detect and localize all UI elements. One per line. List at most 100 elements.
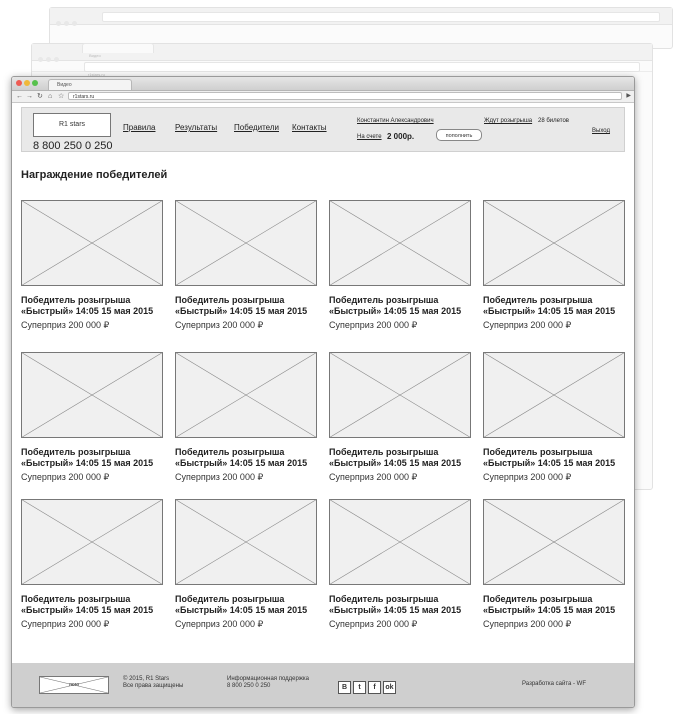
winner-card-prize: Суперприз 200 000 ₽ [21,472,110,482]
winner-card-title-line1: Победитель розыгрыша [329,594,439,604]
facebook-icon[interactable]: f [368,681,381,694]
winner-card[interactable]: Победитель розыгрыша «Быстрый» 14:05 15 м… [329,499,473,630]
image-placeholder-icon [175,499,317,585]
winner-card-prize: Суперприз 200 000 ₽ [175,619,264,629]
nav-link-winners[interactable]: Победители [234,123,279,132]
winner-card-prize: Суперприз 200 000 ₽ [175,472,264,482]
winner-card-title-line2: «Быстрый» 14:05 15 мая 2015 [329,306,462,316]
social-links: Bt f ok [338,676,398,694]
footer-logo-text: лого [68,682,80,688]
winner-card-prize: Суперприз 200 000 ₽ [21,320,110,330]
image-placeholder-icon [483,499,625,585]
tickets-count: 28 билетов [538,118,569,124]
pending-draw-link[interactable]: Ждут розыгрыша [484,118,532,124]
user-name-link[interactable]: Константин Александрович [357,118,434,124]
winner-card-title-line2: «Быстрый» 14:05 15 мая 2015 [483,605,616,615]
winner-card-title-line1: Победитель розыгрыша [21,447,131,457]
site-header: R1 stars 8 800 250 0 250 Правила Результ… [21,107,625,152]
winner-card-title: Победитель розыгрыша «Быстрый» 14:05 15 м… [175,594,319,616]
winner-card-prize: Суперприз 200 000 ₽ [329,472,418,482]
winner-card[interactable]: Победитель розыгрыша «Быстрый» 14:05 15 м… [329,352,473,483]
site-logo[interactable]: R1 stars [33,113,111,137]
winner-card-title: Победитель розыгрыша «Быстрый» 14:05 15 м… [21,447,165,469]
winner-card-title-line2: «Быстрый» 14:05 15 мая 2015 [483,306,616,316]
browser-window: Видео ← → ↻ ⌂ ☆ r1stars.ru ▶ R1 stars 8 … [11,76,635,708]
image-placeholder-icon [21,499,163,585]
winner-card-title: Победитель розыгрыша «Быстрый» 14:05 15 м… [483,295,627,317]
winner-card-title: Победитель розыгрыша «Быстрый» 14:05 15 м… [329,295,473,317]
back-arrow-icon[interactable]: ← [16,92,23,101]
winner-card-title-line1: Победитель розыгрыша [175,447,285,457]
odnoklassniki-icon[interactable]: ok [383,681,396,694]
winner-card-title-line1: Победитель розыгрыша [21,295,131,305]
minimize-window-icon[interactable] [24,80,30,86]
image-placeholder-icon [483,352,625,438]
footer-developer[interactable]: Разработка сайта - WF [522,681,586,688]
winner-card-title: Победитель розыгрыша «Быстрый» 14:05 15 м… [21,295,165,317]
footer-copyright-line1: © 2015, R1 Stars [123,676,170,682]
winner-card-title-line2: «Быстрый» 14:05 15 мая 2015 [21,458,154,468]
nav-link-rules[interactable]: Правила [123,123,155,132]
winner-card-title-line1: Победитель розыгрыша [21,594,131,604]
winner-card-title-line2: «Быстрый» 14:05 15 мая 2015 [21,605,154,615]
winner-card-prize: Суперприз 200 000 ₽ [329,320,418,330]
maximize-window-icon[interactable] [32,80,38,86]
topup-button[interactable]: пополнить [436,129,482,141]
winner-card-prize: Суперприз 200 000 ₽ [21,619,110,629]
address-bar[interactable]: r1stars.ru [68,92,622,100]
nav-link-results[interactable]: Результаты [175,123,217,132]
winner-card-title-line2: «Быстрый» 14:05 15 мая 2015 [329,458,462,468]
winner-card-title-line1: Победитель розыгрыша [483,295,593,305]
image-placeholder-icon [329,352,471,438]
home-icon[interactable]: ⌂ [48,92,52,101]
winner-card-title-line2: «Быстрый» 14:05 15 мая 2015 [483,458,616,468]
image-placeholder-icon [21,352,163,438]
winner-card-title: Победитель розыгрыша «Быстрый» 14:05 15 м… [483,447,627,469]
browser-tab[interactable]: Видео [48,79,132,90]
winner-card-prize: Суперприз 200 000 ₽ [483,320,572,330]
star-icon[interactable]: ☆ [58,92,64,101]
winner-card-prize: Суперприз 200 000 ₽ [175,320,264,330]
ghost-tab-title: Видео [89,53,101,58]
page-content: R1 stars 8 800 250 0 250 Правила Результ… [12,103,634,707]
winner-card-title-line1: Победитель розыгрыша [329,295,439,305]
image-placeholder-icon [175,352,317,438]
winner-card[interactable]: Победитель розыгрыша «Быстрый» 14:05 15 м… [21,352,165,483]
image-placeholder-icon [329,200,471,286]
footer-copyright: © 2015, R1 Stars Все права защищены [123,676,183,690]
close-window-icon[interactable] [16,80,22,86]
winner-card-title-line2: «Быстрый» 14:05 15 мая 2015 [175,458,308,468]
winner-card-title: Победитель розыгрыша «Быстрый» 14:05 15 м… [175,447,319,469]
window-titlebar: Видео [12,77,634,91]
winner-card[interactable]: Победитель розыгрыша «Быстрый» 14:05 15 м… [483,352,627,483]
winner-card[interactable]: Победитель розыгрыша «Быстрый» 14:05 15 м… [175,352,319,483]
image-placeholder-icon [175,200,317,286]
reload-icon[interactable]: ↻ [37,92,43,101]
site-footer: лого © 2015, R1 Stars Все права защищены… [12,663,634,707]
image-placeholder-icon [329,499,471,585]
winner-card-title: Победитель розыгрыша «Быстрый» 14:05 15 м… [483,594,627,616]
winner-card-prize: Суперприз 200 000 ₽ [483,472,572,482]
footer-logo[interactable]: лого [39,676,109,694]
image-placeholder-icon [483,200,625,286]
winner-card[interactable]: Победитель розыгрыша «Быстрый» 14:05 15 м… [329,200,473,331]
winner-card[interactable]: Победитель розыгрыша «Быстрый» 14:05 15 м… [175,200,319,331]
header-phone: 8 800 250 0 250 [33,140,113,152]
balance-label-link[interactable]: На счете [357,134,382,140]
winner-card[interactable]: Победитель розыгрыша «Быстрый» 14:05 15 м… [483,499,627,630]
forward-arrow-icon[interactable]: → [26,92,33,101]
winner-card[interactable]: Победитель розыгрыша «Быстрый» 14:05 15 м… [175,499,319,630]
logout-link[interactable]: Выход [592,128,610,134]
footer-support-phone: 8 800 250 0 250 [227,683,271,689]
nav-link-contacts[interactable]: Контакты [292,123,327,132]
footer-support: Информационная поддержка 8 800 250 0 250 [227,676,309,690]
winner-card[interactable]: Победитель розыгрыша «Быстрый» 14:05 15 м… [21,499,165,630]
address-bar-url: r1stars.ru [73,94,95,100]
winner-card[interactable]: Победитель розыгрыша «Быстрый» 14:05 15 м… [483,200,627,331]
vk-icon[interactable]: B [338,681,351,694]
menu-arrow-icon[interactable]: ▶ [626,92,631,99]
twitter-icon[interactable]: t [353,681,366,694]
winner-card-title-line1: Победитель розыгрыша [483,447,593,457]
winner-card[interactable]: Победитель розыгрыша «Быстрый» 14:05 15 м… [21,200,165,331]
winner-card-title-line2: «Быстрый» 14:05 15 мая 2015 [329,605,462,615]
